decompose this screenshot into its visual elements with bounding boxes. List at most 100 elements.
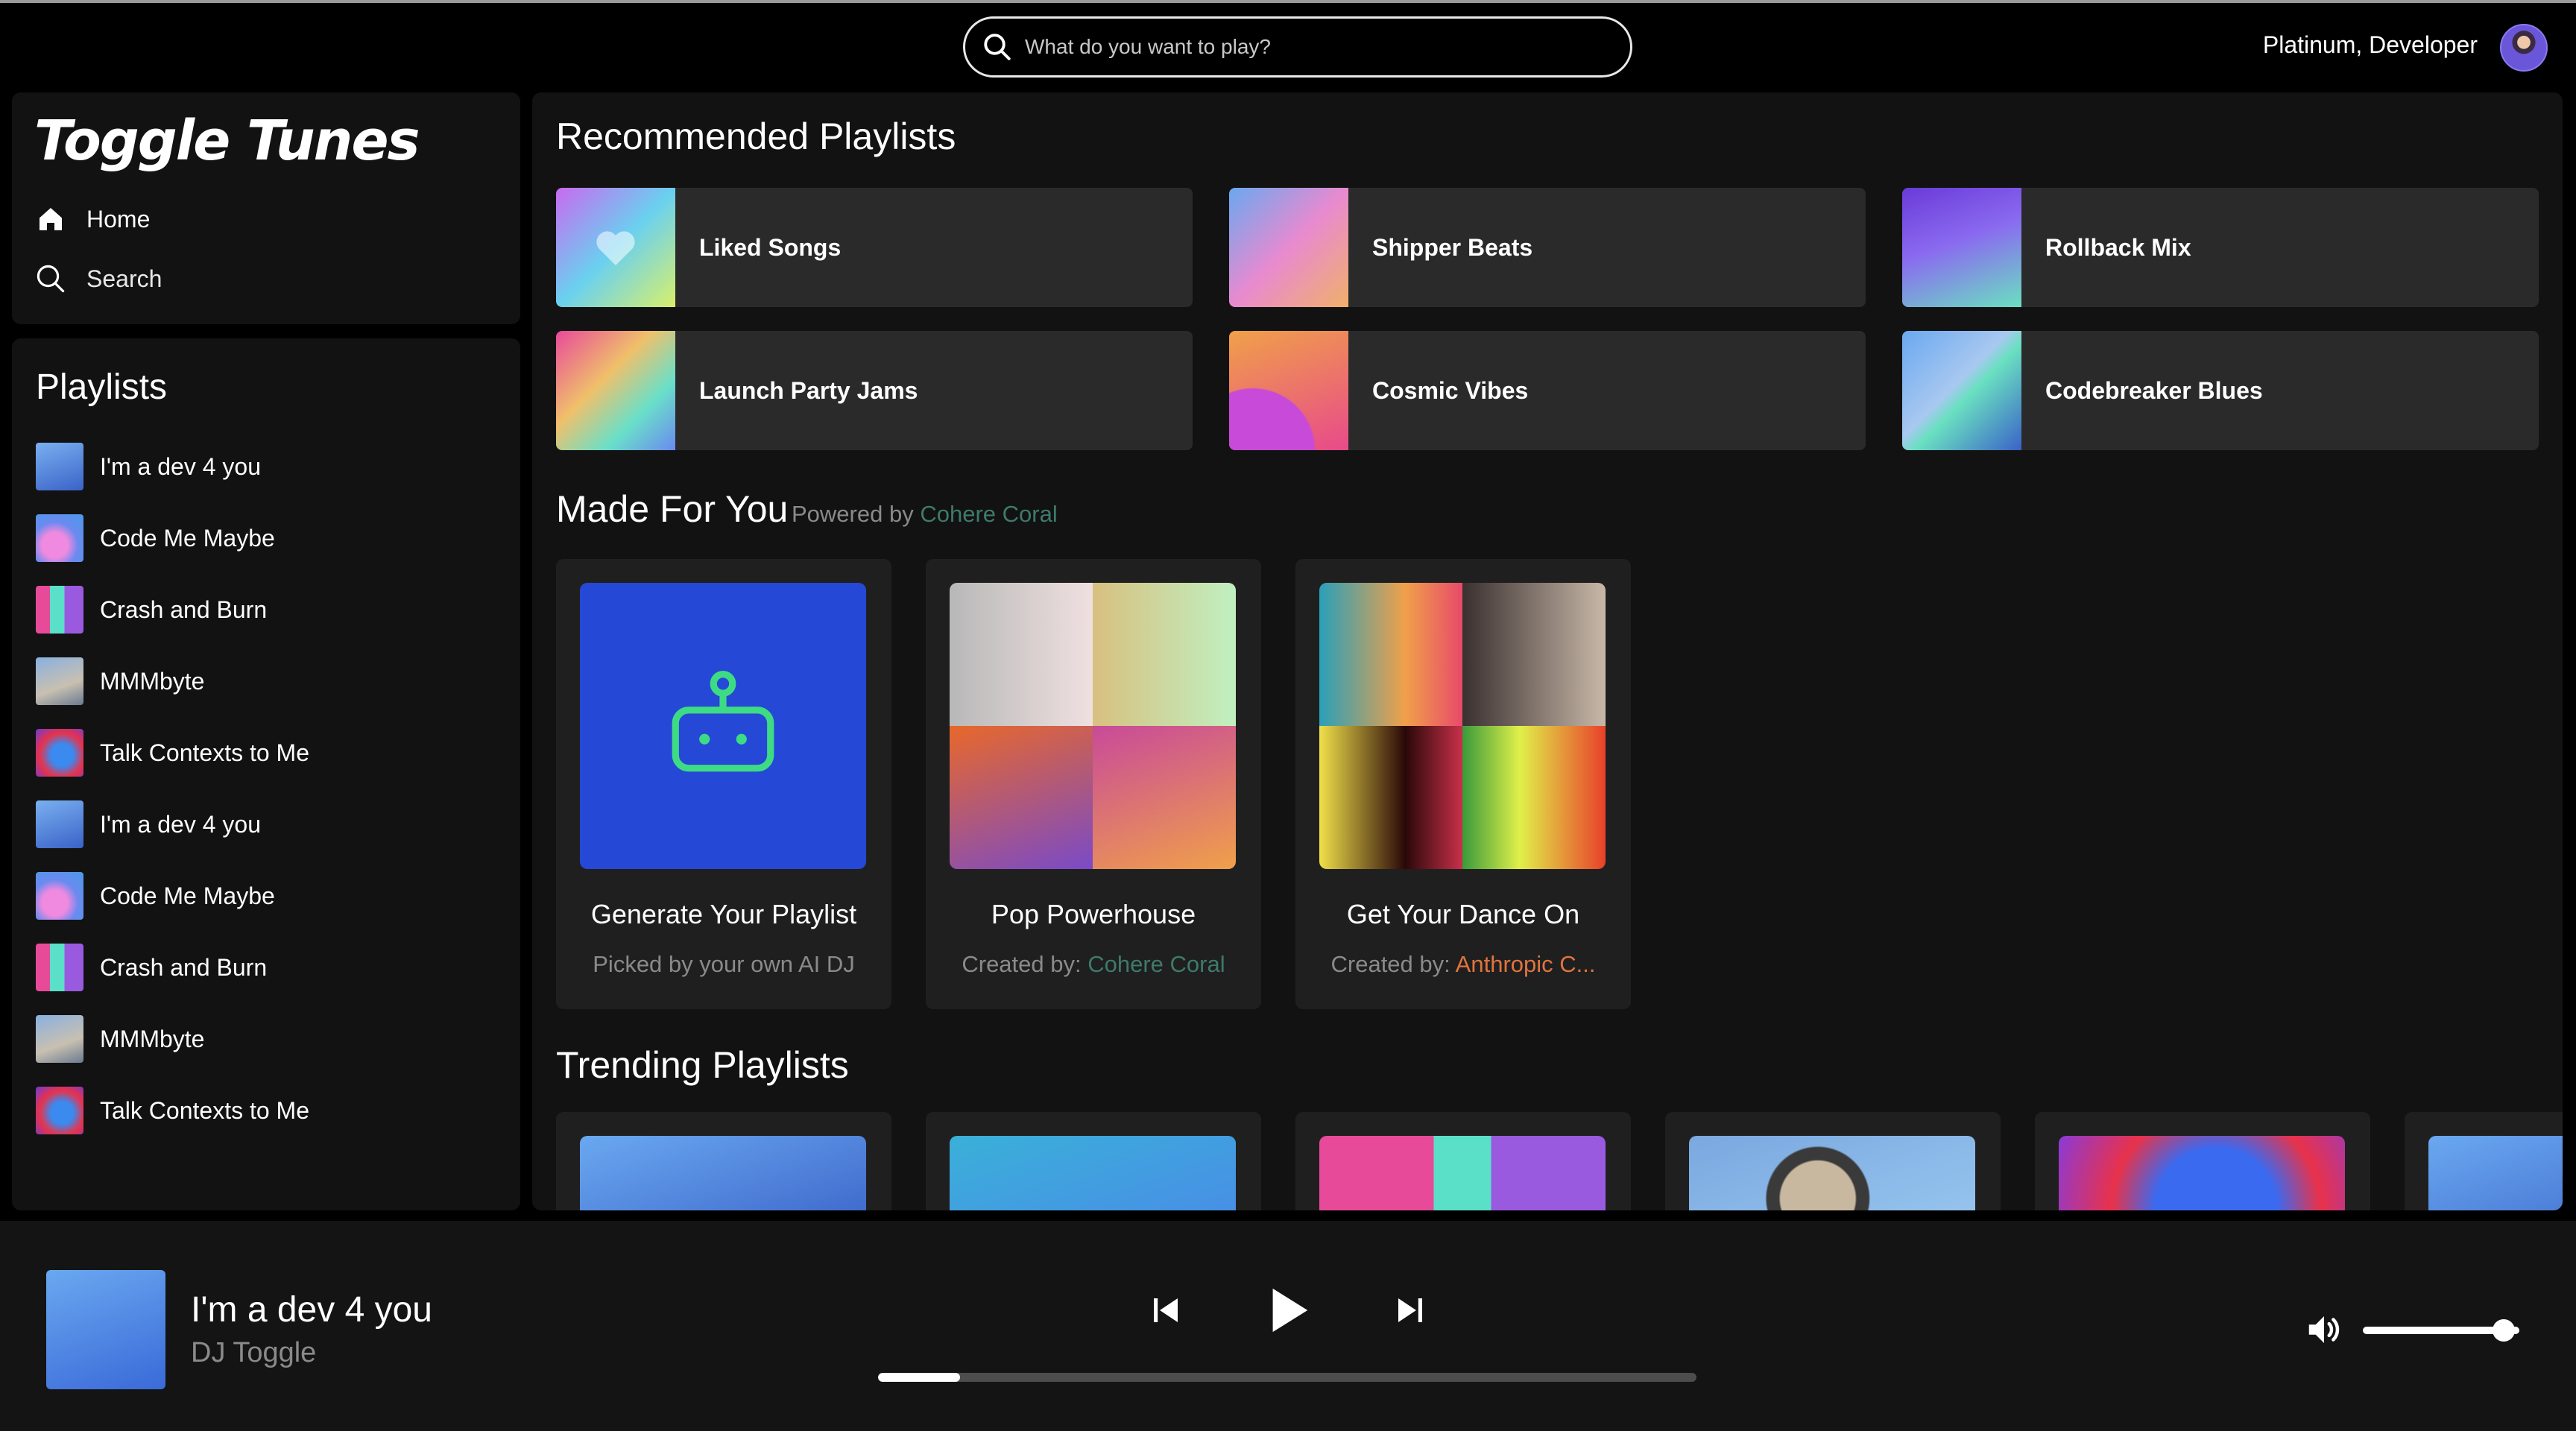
recommended-label: Cosmic Vibes [1372, 376, 1529, 404]
playlist-thumbnail [36, 1015, 83, 1063]
robot-icon [672, 670, 774, 772]
card-creator[interactable]: Cohere Coral [1087, 951, 1225, 977]
playlist-thumbnail [1229, 188, 1348, 307]
search-icon [34, 262, 67, 295]
library-item-label: I'm a dev 4 you [100, 452, 261, 480]
card-subtitle: Created by: Cohere Coral [926, 951, 1261, 978]
made-for-you-card[interactable]: Get Your Dance On Created by: Anthropic … [1295, 559, 1631, 1009]
library-item-label: Code Me Maybe [100, 524, 275, 552]
recommended-title: Recommended Playlists [556, 116, 956, 157]
library-item-label: MMMbyte [100, 667, 205, 695]
main-content: Recommended Playlists Liked Songs Shippe… [532, 92, 2563, 1210]
playlist-thumbnail [1902, 331, 2021, 450]
trending-title: Trending Playlists [556, 1044, 849, 1086]
playlist-thumbnail [1902, 188, 2021, 307]
playlist-cover [580, 1136, 866, 1210]
library-item[interactable]: Code Me Maybe [36, 872, 275, 920]
recommended-label: Rollback Mix [2045, 233, 2191, 261]
player-bar: I'm a dev 4 you DJ Toggle [0, 1221, 2576, 1431]
playlist-cover [950, 583, 1236, 869]
powered-by: Powered by Cohere Coral [792, 501, 1058, 528]
library-item[interactable]: I'm a dev 4 you [36, 800, 261, 848]
playlist-thumbnail [1229, 331, 1348, 450]
playlist-thumbnail [556, 188, 675, 307]
user-name[interactable]: Platinum, Developer [2263, 31, 2478, 59]
recommended-label: Codebreaker Blues [2045, 376, 2263, 404]
playlist-cover [1319, 583, 1606, 869]
library-item-label: Talk Contexts to Me [100, 1096, 309, 1124]
library-item[interactable]: Code Me Maybe [36, 514, 275, 562]
recommended-label: Launch Party Jams [699, 376, 918, 404]
library-item[interactable]: MMMbyte [36, 657, 204, 705]
playlist-thumbnail [36, 944, 83, 991]
recommended-card[interactable]: Codebreaker Blues [1902, 331, 2539, 450]
playlist-thumbnail [36, 586, 83, 634]
search-icon [984, 34, 1011, 60]
card-creator[interactable]: Anthropic C... [1456, 951, 1596, 977]
playback-progress-bar[interactable] [878, 1373, 1696, 1382]
library-item[interactable]: Talk Contexts to Me [36, 1087, 309, 1134]
top-bar: Platinum, Developer [0, 0, 2576, 91]
next-button[interactable] [1389, 1289, 1431, 1331]
heart-icon [596, 231, 635, 265]
recommended-card[interactable]: Launch Party Jams [556, 331, 1193, 450]
trending-card[interactable] [926, 1112, 1261, 1210]
volume-button[interactable] [2302, 1307, 2346, 1352]
previous-button[interactable] [1145, 1289, 1187, 1331]
volume-slider-handle[interactable] [2493, 1319, 2515, 1342]
now-playing-artist[interactable]: DJ Toggle [191, 1337, 316, 1369]
nav-panel: Toggle Tunes Home Search [12, 92, 520, 324]
playlist-cover [2428, 1136, 2563, 1210]
app-logo[interactable]: Toggle Tunes [34, 109, 420, 173]
playlist-thumbnail [36, 657, 83, 705]
playback-progress-fill [878, 1373, 960, 1382]
recommended-card[interactable]: Cosmic Vibes [1229, 331, 1866, 450]
recommended-card[interactable]: Rollback Mix [1902, 188, 2539, 307]
library-item-label: Talk Contexts to Me [100, 739, 309, 766]
recommended-label: Shipper Beats [1372, 233, 1533, 261]
library-item-label: I'm a dev 4 you [100, 810, 261, 838]
recommended-label: Liked Songs [699, 233, 842, 261]
nav-item-search[interactable]: Search [34, 262, 162, 295]
card-subtitle-prefix: Created by: [962, 951, 1082, 977]
recommended-card[interactable]: Shipper Beats [1229, 188, 1866, 307]
playlist-thumbnail [36, 729, 83, 777]
nav-item-label: Search [86, 265, 162, 292]
made-for-you-card[interactable]: Generate Your Playlist Picked by your ow… [556, 559, 891, 1009]
playlist-cover [1319, 1136, 1606, 1210]
library-item[interactable]: MMMbyte [36, 1015, 204, 1063]
avatar[interactable] [2500, 24, 2548, 72]
now-playing-cover[interactable] [46, 1270, 165, 1389]
search-bar[interactable] [963, 16, 1632, 78]
volume-icon [2308, 1316, 2340, 1343]
nav-item-home[interactable]: Home [34, 203, 150, 236]
playlist-thumbnail [556, 331, 675, 450]
made-for-you-card[interactable]: Pop Powerhouse Created by: Cohere Coral [926, 559, 1261, 1009]
recommended-card[interactable]: Liked Songs [556, 188, 1193, 307]
library-item[interactable]: I'm a dev 4 you [36, 443, 261, 490]
library-item[interactable]: Crash and Burn [36, 944, 267, 991]
trending-card[interactable] [1295, 1112, 1631, 1210]
play-icon [1272, 1288, 1308, 1333]
card-subtitle: Created by: Anthropic C... [1295, 951, 1631, 978]
now-playing-title[interactable]: I'm a dev 4 you [191, 1289, 432, 1330]
library-item-label: Crash and Burn [100, 596, 268, 623]
made-for-you-title: Made For You [556, 488, 789, 530]
search-input[interactable] [1025, 35, 1606, 59]
library-item[interactable]: Talk Contexts to Me [36, 729, 309, 777]
trending-card[interactable] [2405, 1112, 2563, 1210]
playlist-cover [2059, 1136, 2345, 1210]
play-button[interactable] [1260, 1282, 1316, 1339]
card-title: Get Your Dance On [1346, 899, 1580, 929]
volume-slider[interactable] [2363, 1319, 2519, 1342]
trending-card[interactable] [2035, 1112, 2370, 1210]
library-title: Playlists [36, 367, 168, 407]
powered-brand[interactable]: Cohere Coral [920, 501, 1057, 527]
playlist-thumbnail [36, 1087, 83, 1134]
library-item[interactable]: Crash and Burn [36, 586, 267, 634]
trending-card[interactable] [556, 1112, 891, 1210]
trending-card[interactable] [1665, 1112, 2001, 1210]
playlist-thumbnail [36, 443, 83, 490]
card-title: Generate Your Playlist [590, 899, 857, 929]
playlist-cover [950, 1136, 1236, 1210]
